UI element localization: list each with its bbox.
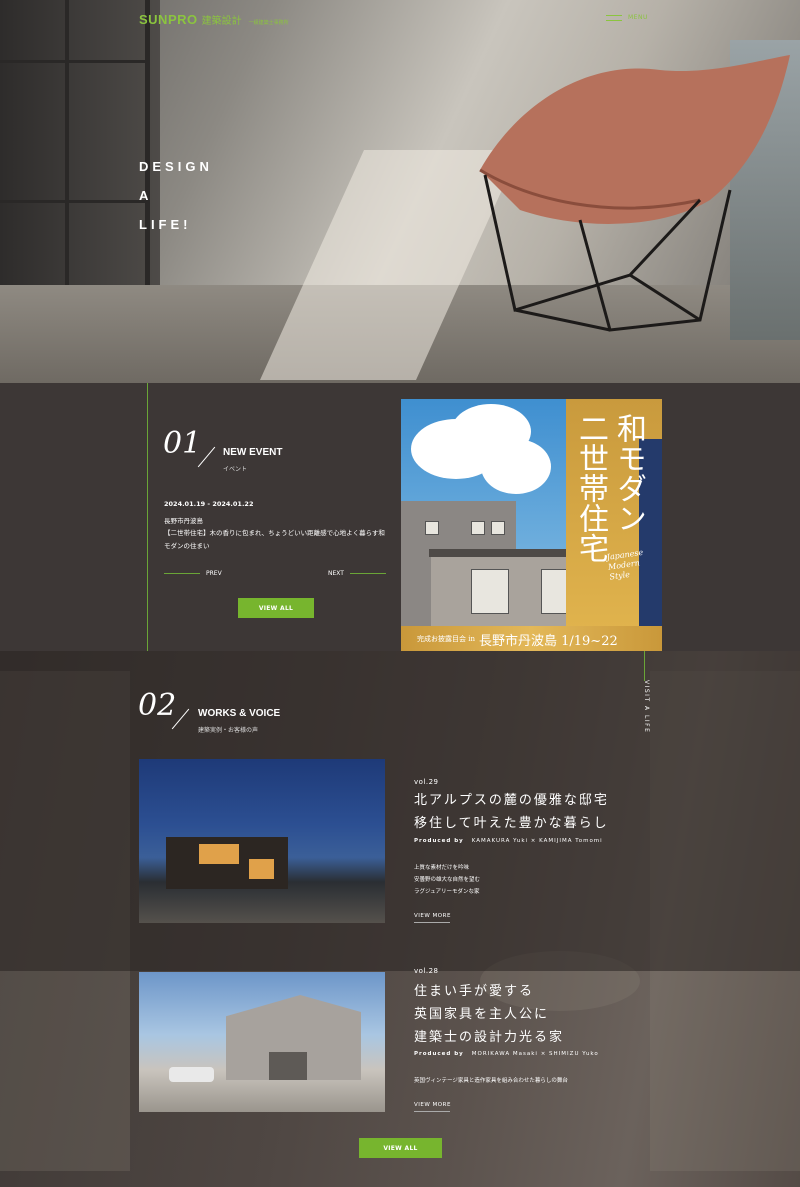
logo-brand-sub: 建築設計 [201, 16, 242, 27]
event-section-subtitle: イベント [223, 466, 248, 473]
work-image-vol28[interactable] [139, 972, 385, 1112]
poster-kanji-col1: 和モダン [611, 413, 646, 533]
work-producers: Produced by KAMAKURA Yuki × KAMIJIMA Tomo… [414, 838, 603, 844]
hero-tagline: DESIGN A LIFE! [139, 152, 213, 239]
logo-note: 一級建築士事務所 [248, 20, 289, 26]
works-view-all-button[interactable]: VIEW ALL [359, 1138, 442, 1158]
hero-rail [0, 200, 150, 203]
view-more-link[interactable]: VIEW MORE [414, 1102, 451, 1112]
poster-banner-small: 完成お披露目会 in [417, 635, 475, 643]
work-title-line: 英国家具を主人公に [414, 1007, 550, 1022]
event-description: 【二世帯住宅】木の香りに包まれ、ちょうどいい距離感で心地よく暮らす和モダンの住ま… [164, 529, 385, 550]
work-window-light [199, 844, 239, 864]
event-section [0, 383, 800, 651]
work-producers: Produced by MORIKAWA Masaki × SHIMIZU Yuk… [414, 1051, 599, 1057]
section-divider-line [147, 383, 148, 651]
menu-button[interactable]: MENU [606, 14, 648, 21]
work-feature: 安曇野の雄大な自然を望む [414, 877, 481, 883]
prev-line [164, 573, 200, 574]
poster-window [425, 521, 439, 535]
prev-label: PREV [206, 570, 222, 577]
work-title[interactable]: 住まい手が愛する 英国家具を主人公に 建築士の設計力光る家 [414, 980, 564, 1049]
works-section-title: WORKS & VOICE [198, 708, 281, 719]
produced-label: Produced by [414, 1051, 464, 1057]
work-features: 英国ヴィンテージ家具と造作家具を組み合わせた暮らしの舞台 [414, 1075, 568, 1087]
hero-section: SUNPRO 建築設計 一級建築士事務所 MENU DESIGN A LIFE! [0, 0, 800, 383]
works-section [0, 651, 800, 1187]
poster-banner-big: 長野市丹波島 1/19~22 [478, 633, 618, 649]
works-section-number: 02 [138, 688, 177, 723]
work-vol: vol.29 [414, 778, 439, 786]
poster-banner: 完成お披露目会 in 長野市丹波島 1/19~22 [401, 626, 662, 652]
work-features: 上質な素材だけを吟味 安曇野の雄大な自然を望む ラグジュアリーモダンな家 [414, 862, 480, 898]
work-title-line: 移住して叶えた豊かな暮らし [414, 816, 609, 831]
produced-names: MORIKAWA Masaki × SHIMIZU Yuko [471, 1051, 599, 1057]
work-title[interactable]: 北アルプスの麓の優雅な邸宅 移住して叶えた豊かな暮らし [414, 789, 609, 835]
work-vol: vol.28 [414, 967, 439, 975]
work-feature: ラグジュアリーモダンな家 [414, 889, 480, 895]
prev-button[interactable]: PREV [164, 570, 222, 577]
work-title-line: 建築士の設計力光る家 [414, 1030, 565, 1045]
next-button[interactable]: NEXT [328, 570, 386, 577]
butterfly-chair-image [479, 55, 790, 332]
work-feature: 上質な素材だけを吟味 [414, 865, 470, 871]
event-place: 長野市丹波島 [164, 517, 203, 525]
tagline-line: DESIGN [139, 159, 213, 174]
poster-window [471, 569, 509, 614]
site-logo[interactable]: SUNPRO 建築設計 一級建築士事務所 [139, 12, 289, 27]
tagline-line: A [139, 188, 153, 203]
poster-window [491, 521, 505, 535]
logo-brand: SUNPRO [139, 12, 198, 27]
section-divider-line [644, 651, 645, 681]
event-section-title: NEW EVENT [223, 447, 283, 458]
next-line [349, 573, 386, 574]
visit-a-life-label: VISIT A LIFE [643, 680, 650, 734]
poster-cloud [481, 439, 551, 494]
work-title-line: 北アルプスの麓の優雅な邸宅 [414, 793, 609, 808]
event-poster-image[interactable]: 和モダン 二世帯住宅 Japanese Modern Style 完成お披露目会… [401, 399, 662, 652]
view-more-link[interactable]: VIEW MORE [414, 913, 451, 923]
work-title-line: 住まい手が愛する [414, 984, 535, 999]
tagline-line: LIFE! [139, 217, 192, 232]
event-date: 2024.01.19 - 2024.01.22 [164, 500, 254, 508]
work-image-vol29[interactable] [139, 759, 385, 923]
event-view-all-button[interactable]: VIEW ALL [238, 598, 314, 618]
next-label: NEXT [328, 570, 344, 577]
work-window-light [249, 859, 274, 879]
poster-window [471, 521, 485, 535]
menu-label: MENU [628, 14, 648, 21]
work-garage-door [269, 1052, 307, 1080]
hero-rail [0, 60, 150, 63]
produced-names: KAMAKURA Yuki × KAMIJIMA Tomomi [471, 838, 603, 844]
works-section-subtitle: 建築実例・お客様の声 [198, 727, 259, 734]
work-feature: 英国ヴィンテージ家具と造作家具を組み合わせた暮らしの舞台 [414, 1078, 568, 1084]
event-section-number: 01 [163, 426, 202, 461]
works-dark-overlay [0, 651, 800, 971]
produced-label: Produced by [414, 838, 464, 844]
poster-kanji-col2: 二世帯住宅 [573, 413, 608, 563]
work-car [169, 1067, 214, 1082]
hamburger-icon [606, 14, 622, 21]
